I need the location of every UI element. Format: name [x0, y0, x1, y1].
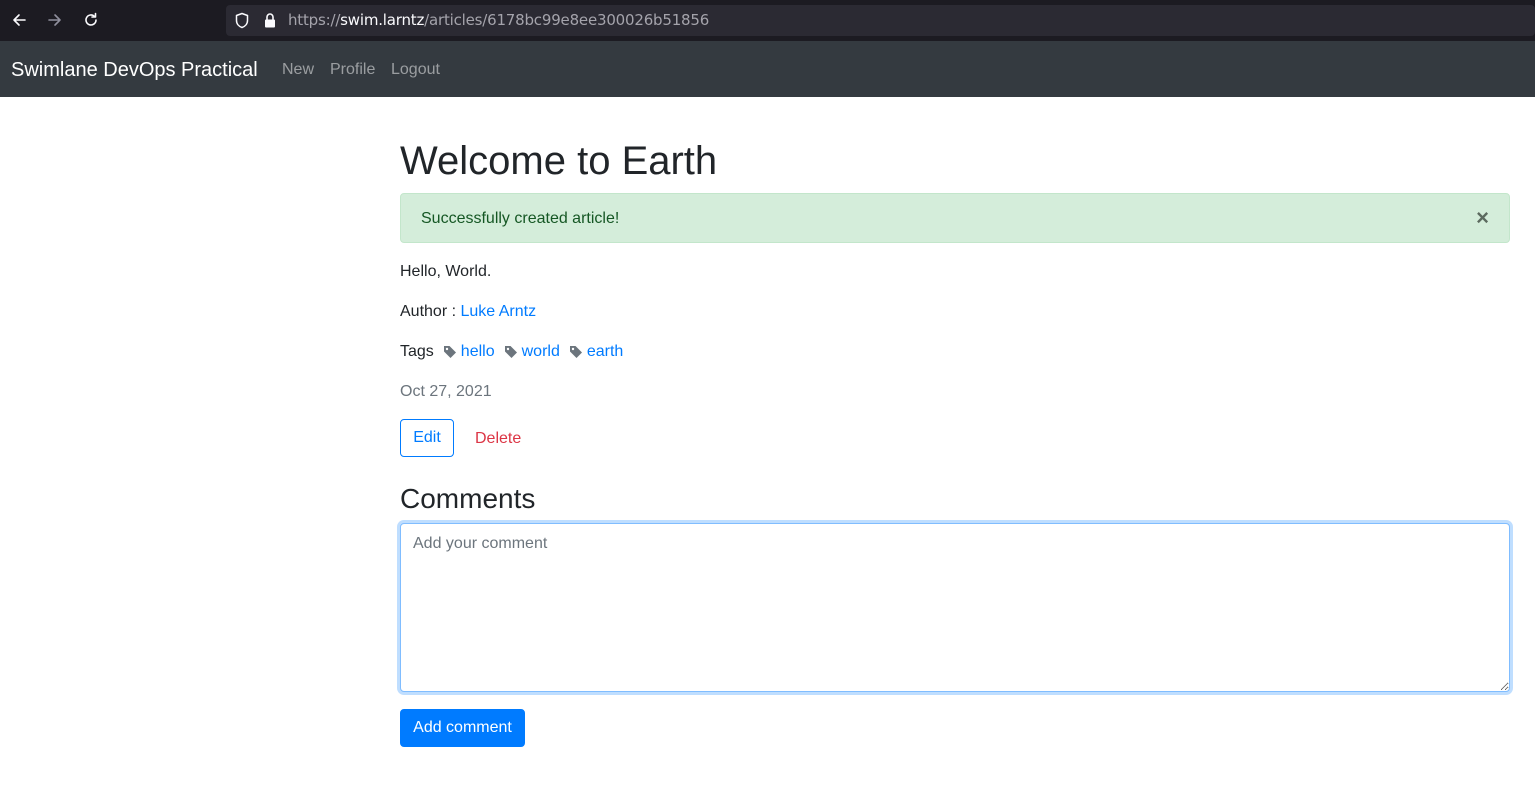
tag-label: earth [586, 343, 624, 360]
lock-icon[interactable] [262, 12, 278, 34]
url-scheme: https:// [288, 11, 341, 29]
forward-arrow-icon[interactable] [43, 8, 67, 32]
article-body: Hello, World. [400, 263, 492, 280]
url-path: /articles/6178bc99e8ee300026b51856 [424, 11, 710, 29]
tags-label: Tags [400, 343, 434, 360]
tag-icon [443, 345, 456, 358]
tag-icon [569, 345, 582, 358]
app-navbar: Swimlane DevOps Practical New Profile Lo… [0, 41, 1535, 97]
url-host: swim.larntz [340, 11, 425, 29]
article-date: Oct 27, 2021 [400, 383, 492, 400]
reload-icon[interactable] [79, 8, 103, 32]
close-icon[interactable]: × [1476, 207, 1489, 229]
address-bar[interactable]: https://swim.larntz/articles/6178bc99e8e… [226, 5, 1535, 36]
tag-icon [504, 345, 517, 358]
comments-heading: Comments [400, 483, 536, 514]
url-text[interactable]: https://swim.larntz/articles/6178bc99e8e… [288, 12, 709, 29]
add-comment-button[interactable]: Add comment [400, 709, 525, 747]
page-title: Welcome to Earth [400, 139, 718, 183]
alert-message: Successfully created article! [421, 210, 620, 227]
shield-icon[interactable] [234, 12, 250, 34]
author-row: Author : Luke Arntz [400, 302, 536, 321]
navbar-brand[interactable]: Swimlane DevOps Practical [11, 58, 258, 82]
browser-toolbar: https://swim.larntz/articles/6178bc99e8e… [0, 0, 1535, 41]
nav-link-profile[interactable]: Profile [330, 60, 375, 79]
author-label: Author : [400, 303, 457, 320]
tag-world[interactable]: world [504, 342, 560, 361]
delete-button[interactable]: Delete [475, 429, 521, 448]
author-link[interactable]: Luke Arntz [460, 303, 536, 320]
nav-link-logout[interactable]: Logout [391, 60, 440, 79]
edit-button[interactable]: Edit [400, 419, 454, 457]
comment-input[interactable] [400, 523, 1510, 692]
tag-earth[interactable]: earth [569, 342, 623, 361]
tag-label: world [521, 343, 560, 360]
tag-hello[interactable]: hello [443, 342, 495, 361]
nav-link-new[interactable]: New [282, 60, 314, 79]
tag-label: hello [460, 343, 495, 360]
success-alert: Successfully created article! × [400, 193, 1510, 243]
back-arrow-icon[interactable] [7, 8, 31, 32]
tags-row: Tags hello world earth [400, 342, 632, 361]
